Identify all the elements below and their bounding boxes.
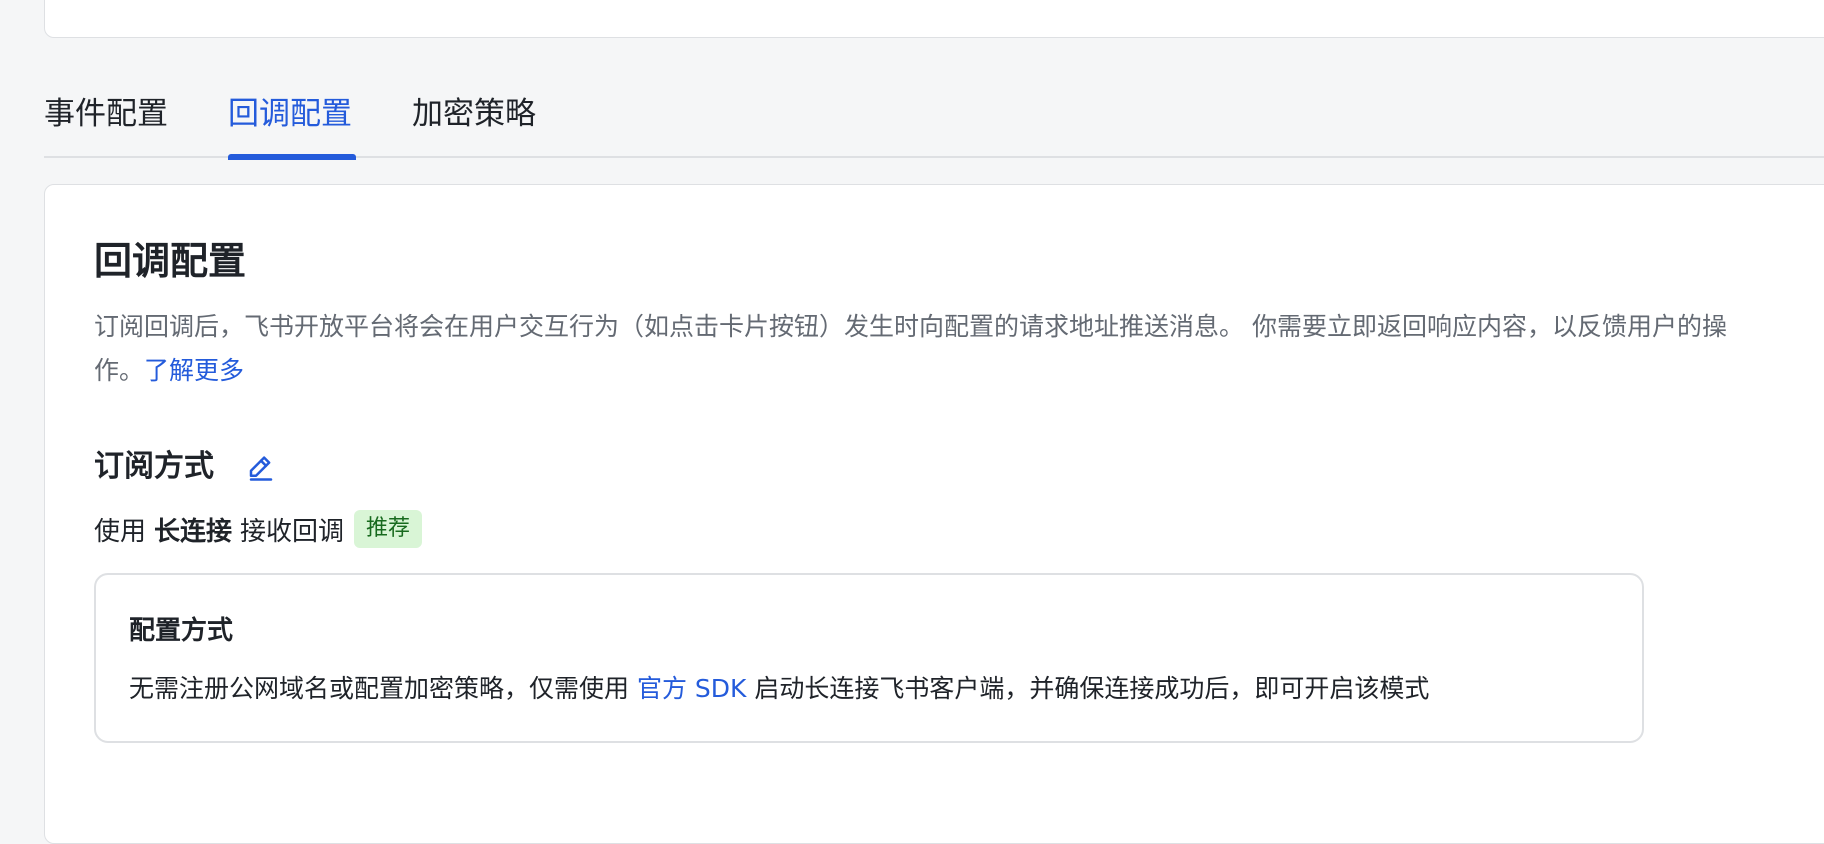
config-method-title: 配置方式 <box>129 616 234 646</box>
config-text-after: 启动长连接飞书客户端，并确保连接成功后，即可开启该模式 <box>754 674 1430 703</box>
learn-more-link[interactable]: 了解更多 <box>144 356 244 385</box>
section-description: 订阅回调后，飞书开放平台将会在用户交互行为（如点击卡片按钮）发生时向配置的请求地… <box>94 305 1734 393</box>
recommended-badge: 推荐 <box>354 510 423 548</box>
mode-prefix: 使用 <box>94 516 147 547</box>
top-card <box>44 0 1824 38</box>
tab-callback-config[interactable]: 回调配置 <box>228 92 356 160</box>
mode-name: 长连接 <box>154 516 233 547</box>
subscription-header: 订阅方式 <box>94 443 276 491</box>
config-method-text: 无需注册公网域名或配置加密策略，仅需使用 官方 SDK 启动长连接飞书客户端，并… <box>129 669 1429 709</box>
subscription-mode: 使用 长连接 接收回调 推荐 <box>94 507 423 551</box>
tab-event-config[interactable]: 事件配置 <box>44 92 172 158</box>
callback-config-card: 回调配置 订阅回调后，飞书开放平台将会在用户交互行为（如点击卡片按钮）发生时向配… <box>44 184 1824 844</box>
pencil-icon[interactable] <box>246 452 276 482</box>
official-sdk-link[interactable]: 官方 SDK <box>637 674 746 703</box>
config-text-before: 无需注册公网域名或配置加密策略，仅需使用 <box>129 674 630 703</box>
config-method-box: 配置方式 无需注册公网域名或配置加密策略，仅需使用 官方 SDK 启动长连接飞书… <box>94 573 1644 743</box>
description-text: 订阅回调后，飞书开放平台将会在用户交互行为（如点击卡片按钮）发生时向配置的请求地… <box>94 312 1727 385</box>
subscription-title: 订阅方式 <box>94 449 214 484</box>
tab-bar: 事件配置 回调配置 加密策略 <box>44 92 1824 160</box>
tab-encryption-policy[interactable]: 加密策略 <box>412 92 540 158</box>
mode-suffix: 接收回调 <box>240 516 345 547</box>
section-title: 回调配置 <box>94 239 247 283</box>
